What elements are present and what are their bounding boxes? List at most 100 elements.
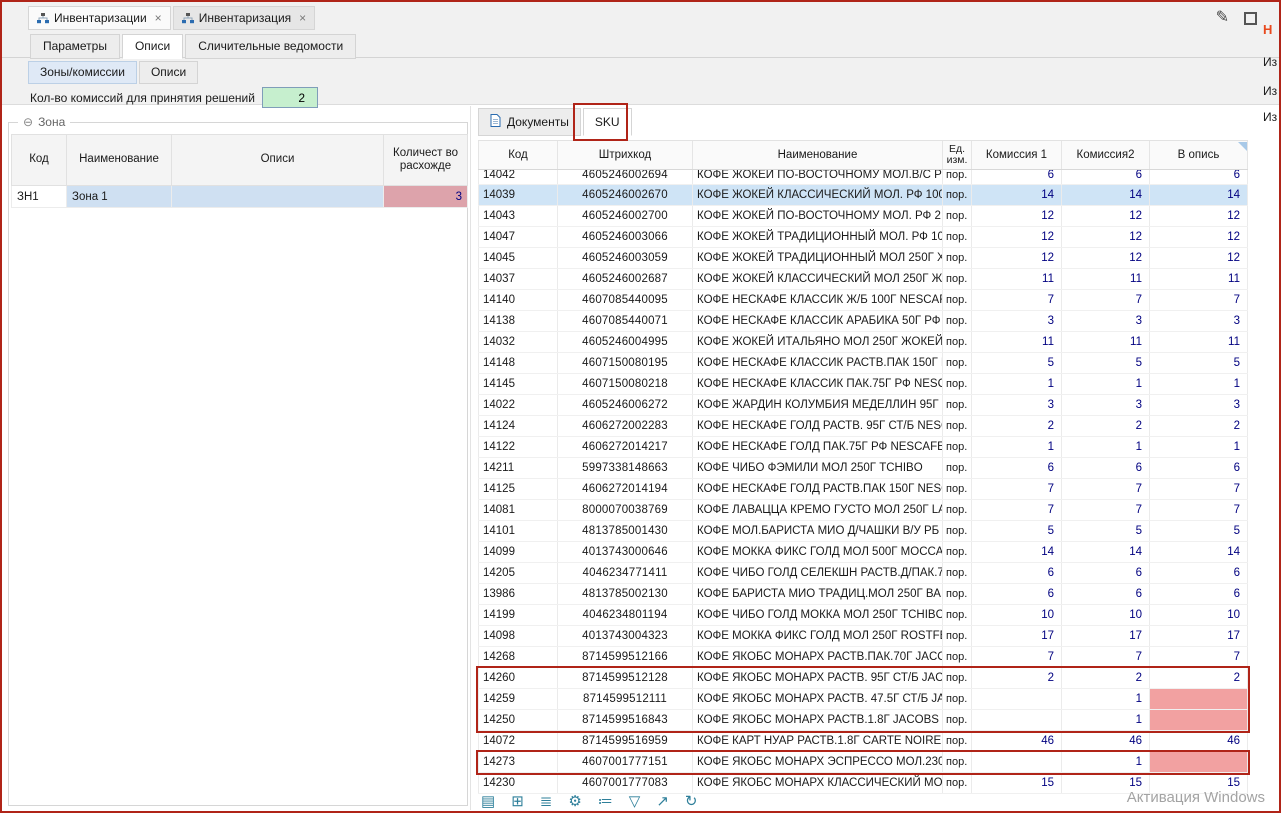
sku-barcode-cell[interactable]: 4605246006272 bbox=[558, 395, 693, 415]
sku-inventory-cell[interactable]: 46 bbox=[1150, 731, 1248, 751]
sku-barcode-cell[interactable]: 8714599512111 bbox=[558, 689, 693, 709]
sku-unit-cell[interactable]: пор. bbox=[943, 227, 972, 247]
sku-name-cell[interactable]: КОФЕ ЯКОБС МОНАРХ КЛАССИЧЕСКИЙ МОЛ bbox=[693, 773, 943, 793]
sku-code-cell[interactable]: 14032 bbox=[478, 332, 558, 352]
sku-barcode-cell[interactable]: 4605246002670 bbox=[558, 185, 693, 205]
sku-inventory-cell[interactable]: 3 bbox=[1150, 311, 1248, 331]
sku-row[interactable]: 141404607085440095КОФЕ НЕСКАФЕ КЛАССИК Ж… bbox=[478, 290, 1248, 311]
sku-unit-cell[interactable]: пор. bbox=[943, 710, 972, 730]
sku-name-cell[interactable]: КОФЕ НЕСКАФЕ КЛАССИК Ж/Б 100Г NESCAFE bbox=[693, 290, 943, 310]
sku-name-cell[interactable]: КОФЕ МОККА ФИКС ГОЛД МОЛ 250Г ROSTFE bbox=[693, 626, 943, 646]
sku-row[interactable]: 140454605246003059КОФЕ ЖОКЕЙ ТРАДИЦИОННЫ… bbox=[478, 248, 1248, 269]
sku-code-cell[interactable]: 14250 bbox=[478, 710, 558, 730]
sku-unit-cell[interactable]: пор. bbox=[943, 311, 972, 331]
sku-commission2-cell[interactable]: 10 bbox=[1062, 605, 1150, 625]
sku-commission1-cell[interactable] bbox=[972, 689, 1062, 709]
sku-name-cell[interactable]: КОФЕ ЖОКЕЙ КЛАССИЧЕСКИЙ МОЛ. РФ 100 bbox=[693, 185, 943, 205]
sku-unit-cell[interactable]: пор. bbox=[943, 332, 972, 352]
sku-commission2-cell[interactable]: 3 bbox=[1062, 395, 1150, 415]
sku-row[interactable]: 140424605246002694КОФЕ ЖОКЕЙ ПО-ВОСТОЧНО… bbox=[478, 170, 1248, 185]
sku-commission2-cell[interactable]: 12 bbox=[1062, 206, 1150, 226]
sku-commission1-cell[interactable] bbox=[972, 752, 1062, 772]
sku-code-cell[interactable]: 14039 bbox=[478, 185, 558, 205]
zone-code-cell[interactable]: ЗН1 bbox=[11, 186, 67, 208]
sku-name-cell[interactable]: КОФЕ ЖОКЕЙ ИТАЛЬЯНО МОЛ 250Г ЖОКЕЙ bbox=[693, 332, 943, 352]
sku-unit-cell[interactable]: пор. bbox=[943, 773, 972, 793]
sku-commission2-cell[interactable]: 3 bbox=[1062, 311, 1150, 331]
detail-tab-документы[interactable]: Документы bbox=[478, 108, 581, 136]
sku-name-cell[interactable]: КОФЕ ЖОКЕЙ КЛАССИЧЕСКИЙ МОЛ 250Г Ж bbox=[693, 269, 943, 289]
zone-name-cell[interactable]: Зона 1 bbox=[67, 186, 172, 208]
sku-row[interactable]: 140394605246002670КОФЕ ЖОКЕЙ КЛАССИЧЕСКИ… bbox=[478, 185, 1248, 206]
sku-commission1-cell[interactable]: 17 bbox=[972, 626, 1062, 646]
sku-row[interactable]: 141014813785001430КОФЕ МОЛ.БАРИСТА МИО Д… bbox=[478, 521, 1248, 542]
sku-code-cell[interactable]: 14273 bbox=[478, 752, 558, 772]
sku-name-cell[interactable]: КОФЕ ЖОКЕЙ ПО-ВОСТОЧНОМУ МОЛ. РФ 2 bbox=[693, 206, 943, 226]
sku-inventory-cell[interactable]: 5 bbox=[1150, 521, 1248, 541]
sku-unit-cell[interactable]: пор. bbox=[943, 269, 972, 289]
sku-commission1-cell[interactable]: 6 bbox=[972, 563, 1062, 583]
sku-unit-cell[interactable]: пор. bbox=[943, 647, 972, 667]
sku-code-cell[interactable]: 14125 bbox=[478, 479, 558, 499]
sort-lines-icon[interactable]: ≣ bbox=[540, 794, 553, 809]
sku-unit-cell[interactable]: пор. bbox=[943, 584, 972, 604]
sku-name-cell[interactable]: КОФЕ НЕСКАФЕ ГОЛД РАСТВ.ПАК 150Г NESC bbox=[693, 479, 943, 499]
sku-code-cell[interactable]: 14259 bbox=[478, 689, 558, 709]
commission-count-input[interactable] bbox=[262, 87, 318, 108]
sku-commission2-cell[interactable]: 14 bbox=[1062, 542, 1150, 562]
zone-column-header[interactable]: Количест во расхожде bbox=[384, 134, 468, 186]
sku-unit-cell[interactable]: пор. bbox=[943, 185, 972, 205]
sku-inventory-cell[interactable]: 14 bbox=[1150, 185, 1248, 205]
sku-row[interactable]: 139864813785002130КОФЕ БАРИСТА МИО ТРАДИ… bbox=[478, 584, 1248, 605]
sku-code-cell[interactable]: 14037 bbox=[478, 269, 558, 289]
sku-row[interactable]: 140224605246006272КОФЕ ЖАРДИН КОЛУМБИЯ М… bbox=[478, 395, 1248, 416]
sku-code-cell[interactable]: 14099 bbox=[478, 542, 558, 562]
sku-commission1-cell[interactable]: 6 bbox=[972, 170, 1062, 185]
sku-commission2-cell[interactable]: 1 bbox=[1062, 710, 1150, 730]
sku-commission2-cell[interactable]: 2 bbox=[1062, 416, 1150, 436]
sku-barcode-cell[interactable]: 4606272014194 bbox=[558, 479, 693, 499]
sku-code-cell[interactable]: 14081 bbox=[478, 500, 558, 520]
sku-name-cell[interactable]: КОФЕ НЕСКАФЕ КЛАССИК АРАБИКА 50Г РФ bbox=[693, 311, 943, 331]
sku-name-cell[interactable]: КОФЕ ЯКОБС МОНАРХ РАСТВ. 95Г СТ/Б JACO bbox=[693, 668, 943, 688]
sku-commission1-cell[interactable]: 7 bbox=[972, 500, 1062, 520]
sku-code-cell[interactable]: 14045 bbox=[478, 248, 558, 268]
sku-unit-cell[interactable]: пор. bbox=[943, 752, 972, 772]
sku-unit-cell[interactable]: пор. bbox=[943, 542, 972, 562]
sku-commission2-cell[interactable]: 7 bbox=[1062, 479, 1150, 499]
sku-inventory-cell[interactable]: 1 bbox=[1150, 437, 1248, 457]
sku-name-cell[interactable]: КОФЕ ЯКОБС МОНАРХ РАСТВ.1.8Г JACOBS (П bbox=[693, 710, 943, 730]
sku-commission1-cell[interactable]: 14 bbox=[972, 185, 1062, 205]
sub-tab[interactable]: Зоны/комиссии bbox=[28, 61, 137, 84]
sku-commission1-cell[interactable]: 7 bbox=[972, 290, 1062, 310]
sku-unit-cell[interactable]: пор. bbox=[943, 500, 972, 520]
sku-commission1-cell[interactable]: 2 bbox=[972, 416, 1062, 436]
edit-pencil-icon[interactable]: ✎ bbox=[1216, 10, 1229, 26]
sku-barcode-cell[interactable]: 4607150080195 bbox=[558, 353, 693, 373]
sku-commission1-cell[interactable]: 2 bbox=[972, 668, 1062, 688]
sku-code-cell[interactable]: 14138 bbox=[478, 311, 558, 331]
sku-commission2-cell[interactable]: 6 bbox=[1062, 458, 1150, 478]
sku-inventory-cell[interactable]: 12 bbox=[1150, 227, 1248, 247]
sku-row[interactable]: 140818000070038769КОФЕ ЛАВАЦЦА КРЕМО ГУС… bbox=[478, 500, 1248, 521]
sku-name-cell[interactable]: КОФЕ ЧИБО ГОЛД МОККА МОЛ 250Г TCHIBC bbox=[693, 605, 943, 625]
window-tab[interactable]: Инвентаризации× bbox=[28, 6, 171, 30]
sku-name-cell[interactable]: КОФЕ ЖАРДИН КОЛУМБИЯ МЕДЕЛЛИН 95Г bbox=[693, 395, 943, 415]
sku-commission1-cell[interactable]: 12 bbox=[972, 227, 1062, 247]
sku-barcode-cell[interactable]: 8714599512128 bbox=[558, 668, 693, 688]
sku-inventory-cell[interactable]: 11 bbox=[1150, 332, 1248, 352]
sku-name-cell[interactable]: КОФЕ ЯКОБС МОНАРХ РАСТВ.ПАК.70Г JACOB bbox=[693, 647, 943, 667]
zone-row[interactable]: ЗН1Зона 13 bbox=[11, 186, 468, 208]
sku-inventory-cell[interactable]: 7 bbox=[1150, 290, 1248, 310]
sku-barcode-cell[interactable]: 8714599516843 bbox=[558, 710, 693, 730]
sku-inventory-cell[interactable]: 1 bbox=[1150, 374, 1248, 394]
sku-commission2-cell[interactable]: 11 bbox=[1062, 332, 1150, 352]
sku-inventory-cell[interactable]: 6 bbox=[1150, 563, 1248, 583]
sku-barcode-cell[interactable]: 4013743000646 bbox=[558, 542, 693, 562]
sku-row[interactable]: 140374605246002687КОФЕ ЖОКЕЙ КЛАССИЧЕСКИ… bbox=[478, 269, 1248, 290]
sku-inventory-cell[interactable]: 11 bbox=[1150, 269, 1248, 289]
window-tab[interactable]: Инвентаризация× bbox=[173, 6, 315, 30]
sku-inventory-cell[interactable]: 12 bbox=[1150, 206, 1248, 226]
sku-commission1-cell[interactable] bbox=[972, 710, 1062, 730]
sku-commission2-cell[interactable]: 1 bbox=[1062, 752, 1150, 772]
